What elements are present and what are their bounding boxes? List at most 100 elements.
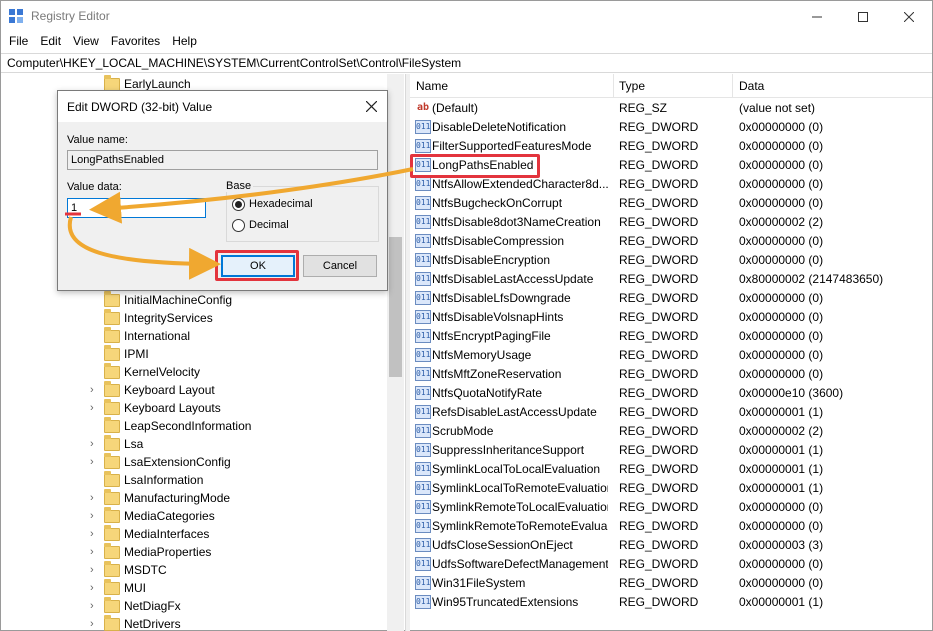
cancel-button[interactable]: Cancel — [303, 255, 377, 277]
value-data: 0x00000e10 (3600) — [739, 386, 844, 400]
menu-edit[interactable]: Edit — [32, 32, 65, 52]
tree-item[interactable]: › LsaExtensionConfig — [1, 453, 387, 472]
value-row[interactable]: 011 DisableDeleteNotification REG_DWORD 0x0… — [410, 118, 932, 137]
tree-item[interactable]: › MSDTC — [1, 561, 387, 580]
decimal-radio-label[interactable]: Decimal — [249, 219, 289, 231]
chevron-right-icon[interactable]: › — [90, 564, 94, 576]
value-name: SymlinkLocalToLocalEvaluation — [432, 462, 601, 476]
hexadecimal-radio[interactable] — [232, 198, 245, 211]
chevron-right-icon[interactable]: › — [90, 402, 94, 414]
tree-item[interactable]: › MediaCategories — [1, 507, 387, 526]
chevron-right-icon[interactable]: › — [90, 528, 94, 540]
value-row[interactable]: 011 SymlinkRemoteToLocalEvaluation REG_DWO… — [410, 498, 932, 517]
close-window-button[interactable] — [886, 1, 932, 32]
value-row[interactable]: 011 NtfsDisableLfsDowngrade REG_DWORD 0x000… — [410, 289, 932, 308]
value-row[interactable]: 011 NtfsEncryptPagingFile REG_DWORD 0x00000… — [410, 327, 932, 346]
value-name: ScrubMode — [432, 424, 494, 438]
binary-value-icon: 011 — [415, 386, 431, 400]
value-type: REG_DWORD — [619, 557, 699, 571]
value-row[interactable]: 011 UdfsCloseSessionOnEject REG_DWORD 0x000… — [410, 536, 932, 555]
value-type: REG_DWORD — [619, 424, 699, 438]
chevron-right-icon[interactable]: › — [90, 438, 94, 450]
column-divider[interactable] — [613, 74, 614, 98]
value-data: 0x00000001 (1) — [739, 405, 824, 419]
tree-item[interactable]: International — [1, 327, 387, 346]
value-row[interactable]: 011 NtfsDisable8dot3NameCreation REG_DWORD… — [410, 213, 932, 232]
tree-item[interactable]: › MediaProperties — [1, 543, 387, 562]
tree-item[interactable]: LeapSecondInformation — [1, 417, 387, 436]
column-header-data[interactable]: Data — [739, 79, 764, 93]
tree-item[interactable]: › Lsa — [1, 435, 387, 454]
value-data: 0x00000000 (0) — [739, 576, 824, 590]
value-row[interactable]: 011 SymlinkLocalToRemoteEvaluation REG_DWO… — [410, 479, 932, 498]
column-header-name[interactable]: Name — [416, 79, 448, 93]
value-row[interactable]: 011 NtfsMemoryUsage REG_DWORD 0x00000000 (0… — [410, 346, 932, 365]
binary-value-icon: 011 — [415, 576, 431, 590]
value-row[interactable]: 011 Win95TruncatedExtensions REG_DWORD 0x00… — [410, 593, 932, 612]
tree-item[interactable]: › NetDrivers — [1, 615, 387, 631]
tree-scrollbar[interactable] — [387, 74, 404, 631]
binary-value-icon: 011 — [415, 500, 431, 514]
value-row[interactable]: 011 NtfsDisableCompression REG_DWORD 0x0000… — [410, 232, 932, 251]
chevron-right-icon[interactable]: › — [90, 510, 94, 522]
chevron-right-icon[interactable]: › — [90, 384, 94, 396]
decimal-radio[interactable] — [232, 219, 245, 232]
value-row[interactable]: 011 NtfsMftZoneReservation REG_DWORD 0x0000… — [410, 365, 932, 384]
tree-scrollbar-thumb[interactable] — [389, 237, 402, 377]
value-row[interactable]: 011 NtfsDisableEncryption REG_DWORD 0x00000… — [410, 251, 932, 270]
chevron-right-icon[interactable]: › — [90, 618, 94, 630]
chevron-right-icon[interactable]: › — [90, 600, 94, 612]
tree-item[interactable]: › MediaInterfaces — [1, 525, 387, 544]
value-row[interactable]: 011 RefsDisableLastAccessUpdate REG_DWORD 0… — [410, 403, 932, 422]
address-bar[interactable]: Computer\HKEY_LOCAL_MACHINE\SYSTEM\Curre… — [1, 53, 932, 73]
value-name-label: Value name: — [67, 134, 128, 146]
menu-bar: File Edit View Favorites Help — [1, 32, 201, 52]
chevron-right-icon[interactable]: › — [90, 492, 94, 504]
minimize-button[interactable] — [794, 1, 840, 32]
value-data-input[interactable]: 1 — [67, 198, 206, 218]
tree-item[interactable]: IntegrityServices — [1, 309, 387, 328]
value-name: UdfsSoftwareDefectManagement — [432, 557, 608, 571]
chevron-right-icon[interactable]: › — [90, 456, 94, 468]
hexadecimal-radio-label[interactable]: Hexadecimal — [249, 198, 313, 210]
tree-item[interactable]: IPMI — [1, 345, 387, 364]
value-data: 0x00000001 (1) — [739, 481, 824, 495]
value-row[interactable]: 011 Win31FileSystem REG_DWORD 0x00000000 (0… — [410, 574, 932, 593]
column-divider[interactable] — [732, 74, 733, 98]
value-name: NtfsDisable8dot3NameCreation — [432, 215, 601, 229]
tree-item[interactable]: › Keyboard Layouts — [1, 399, 387, 418]
tree-item[interactable]: › ManufacturingMode — [1, 489, 387, 508]
value-name: NtfsAllowExtendedCharacter8d... — [432, 177, 608, 191]
value-row[interactable]: 011 ScrubMode REG_DWORD 0x00000002 (2) — [410, 422, 932, 441]
value-row[interactable]: ab (Default) REG_SZ (value not set) — [410, 99, 932, 118]
value-row[interactable]: 011 NtfsBugcheckOnCorrupt REG_DWORD 0x00000… — [410, 194, 932, 213]
column-header-type[interactable]: Type — [619, 79, 645, 93]
binary-value-icon: 011 — [415, 348, 431, 362]
tree-item[interactable]: LsaInformation — [1, 471, 387, 490]
value-row[interactable]: 011 NtfsQuotaNotifyRate REG_DWORD 0x00000e1… — [410, 384, 932, 403]
tree-item[interactable]: InitialMachineConfig — [1, 291, 387, 310]
tree-item-label: ManufacturingMode — [124, 491, 231, 505]
value-row[interactable]: 011 SuppressInheritanceSupport REG_DWORD 0x… — [410, 441, 932, 460]
value-row[interactable]: 011 UdfsSoftwareDefectManagement REG_DWORD… — [410, 555, 932, 574]
folder-icon — [104, 525, 120, 541]
value-row[interactable]: 011 SymlinkLocalToLocalEvaluation REG_DWOR… — [410, 460, 932, 479]
chevron-right-icon[interactable]: › — [90, 582, 94, 594]
menu-view[interactable]: View — [65, 32, 103, 52]
tree-item[interactable]: › NetDiagFx — [1, 597, 387, 616]
value-name: NtfsBugcheckOnCorrupt — [432, 196, 563, 210]
dialog-close-button[interactable] — [355, 91, 387, 122]
close-icon — [365, 101, 377, 112]
chevron-right-icon[interactable]: › — [90, 546, 94, 558]
value-row[interactable]: 011 NtfsDisableVolsnapHints REG_DWORD 0x000… — [410, 308, 932, 327]
tree-item[interactable]: › Keyboard Layout — [1, 381, 387, 400]
menu-file[interactable]: File — [1, 32, 32, 52]
tree-item-label: Lsa — [124, 437, 144, 451]
maximize-button[interactable] — [840, 1, 886, 32]
tree-item[interactable]: KernelVelocity — [1, 363, 387, 382]
menu-favorites[interactable]: Favorites — [103, 32, 164, 52]
value-row[interactable]: 011 NtfsDisableLastAccessUpdate REG_DWORD 0… — [410, 270, 932, 289]
menu-help[interactable]: Help — [164, 32, 201, 52]
value-row[interactable]: 011 SymlinkRemoteToRemoteEvalua... REG_DWO… — [410, 517, 932, 536]
tree-item[interactable]: › MUI — [1, 579, 387, 598]
